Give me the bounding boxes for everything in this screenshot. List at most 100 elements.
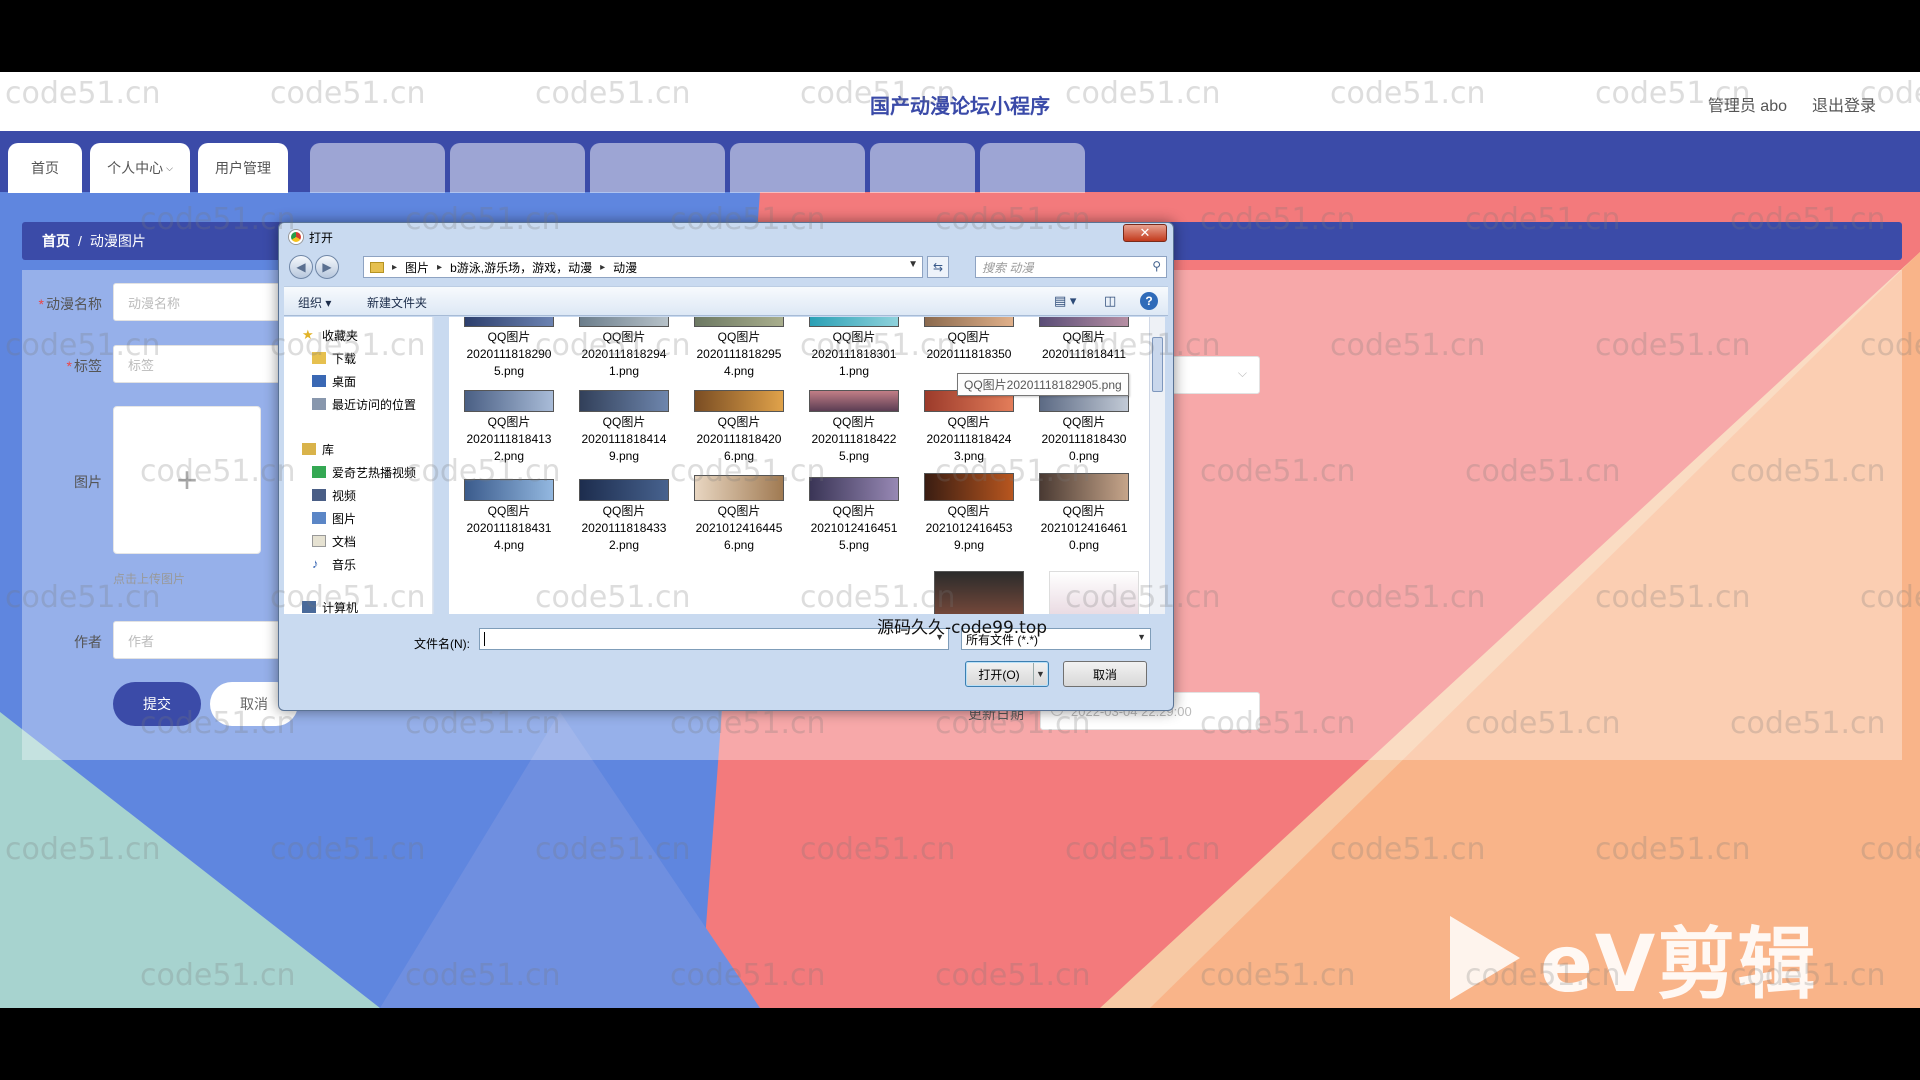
- nav-home[interactable]: 首页: [8, 143, 82, 193]
- file-item[interactable]: QQ图片 2020111818422 5.png: [799, 390, 909, 465]
- logout-link[interactable]: 退出登录: [1812, 92, 1876, 116]
- refresh-button[interactable]: ⇆: [927, 256, 949, 278]
- file-name-line-2: 2020111818290: [466, 347, 552, 361]
- path-separator-icon: ▸: [600, 261, 606, 273]
- file-item[interactable]: QQ图片 2020111818431 4.png: [454, 479, 564, 554]
- library-icon: [302, 443, 316, 455]
- image-thumbnail: [924, 317, 1014, 327]
- search-icon: ⚲: [1152, 259, 1161, 273]
- nav-computer[interactable]: 计算机: [302, 597, 358, 614]
- file-name-line-2: 2020111818430: [1041, 432, 1127, 446]
- ev-brand-logo: eV剪辑: [1450, 902, 1817, 1008]
- dialog-title: 打开: [309, 230, 334, 245]
- arrow-left-icon: ◀: [296, 260, 306, 274]
- path-segment-1[interactable]: 图片: [405, 259, 429, 276]
- nav-scrollbar[interactable]: [432, 317, 433, 614]
- breadcrumb-home[interactable]: 首页: [42, 231, 70, 251]
- nav-downloads-label: 下载: [332, 351, 357, 366]
- path-separator-icon: ▸: [437, 261, 443, 273]
- nav-personal-center[interactable]: 个人中心 ⌵: [90, 143, 190, 193]
- nav-videos[interactable]: 视频: [312, 485, 356, 505]
- address-bar[interactable]: ▸ 图片 ▸ b游泳,游乐场，游戏，动漫 ▸ 动漫 ▼: [363, 256, 923, 278]
- nav-favorites[interactable]: ★ 收藏夹: [302, 325, 358, 345]
- path-segment-2[interactable]: b游泳,游乐场，游戏，动漫: [450, 259, 592, 276]
- nav-item-hidden[interactable]: [730, 143, 865, 193]
- nav-user-management[interactable]: 用户管理: [198, 143, 288, 193]
- back-button[interactable]: ◀: [289, 255, 313, 279]
- nav-documents[interactable]: 文档: [312, 531, 356, 551]
- path-separator-icon: ▸: [392, 261, 398, 273]
- file-item[interactable]: QQ图片 2020111818414 9.png: [569, 390, 679, 465]
- nav-pictures-label: 图片: [332, 511, 357, 526]
- nav-pictures[interactable]: 图片: [312, 508, 356, 528]
- nav-item-hidden[interactable]: [310, 143, 445, 193]
- nav-iqiyi[interactable]: 爱奇艺热播视频: [312, 462, 416, 482]
- file-name-line-1: QQ图片: [832, 415, 876, 429]
- nav-downloads[interactable]: 下载: [312, 348, 356, 368]
- file-list-scrollbar[interactable]: [1149, 317, 1165, 614]
- file-item[interactable]: QQ图片 2021012416451 5.png: [799, 477, 909, 554]
- image-thumbnail: [1039, 473, 1129, 501]
- file-item[interactable]: QQ图片 2020111818290 5.png: [454, 317, 564, 380]
- file-item[interactable]: QQ图片 2020111818294 1.png: [569, 317, 679, 380]
- ev-brand-text: eV剪辑: [1540, 920, 1818, 1008]
- new-folder-button[interactable]: 新建文件夹: [367, 294, 427, 311]
- image-upload-box[interactable]: +: [113, 406, 261, 554]
- image-thumbnail: [1039, 317, 1129, 327]
- tag-input[interactable]: 标签: [113, 345, 293, 383]
- file-item[interactable]: QQ图片 2020111818420 6.png: [684, 390, 794, 465]
- video-library-icon: [312, 489, 326, 501]
- file-item[interactable]: QQ图片 2021012416445 6.png: [684, 475, 794, 554]
- file-item[interactable]: QQ图片 2020111818424 3.png: [914, 390, 1024, 465]
- nav-item-hidden[interactable]: [980, 143, 1085, 193]
- file-name-line-1: QQ图片: [1062, 415, 1106, 429]
- open-dropdown-arrow-icon[interactable]: ▼: [1033, 663, 1047, 685]
- view-options-icon[interactable]: ▤ ▾: [1054, 293, 1076, 309]
- file-item[interactable]: QQ图片 2020111818411: [1029, 317, 1139, 363]
- organize-menu[interactable]: 组织 ▾: [298, 294, 331, 311]
- image-thumbnail[interactable]: [1049, 571, 1139, 614]
- close-button[interactable]: ✕: [1123, 224, 1167, 242]
- search-input[interactable]: 搜索 动漫 ⚲: [975, 256, 1167, 278]
- file-item[interactable]: QQ图片 2020111818301 1.png: [799, 317, 909, 380]
- file-item[interactable]: QQ图片 2020111818430 0.png: [1029, 390, 1139, 465]
- nav-recent-places[interactable]: 最近访问的位置: [312, 394, 416, 414]
- file-name-line-3: 0.png: [1068, 449, 1100, 463]
- nav-item-hidden[interactable]: [590, 143, 725, 193]
- file-name-line-1: QQ图片: [832, 504, 876, 518]
- arrow-right-icon: ▶: [322, 260, 332, 274]
- dialog-cancel-button[interactable]: 取消: [1063, 661, 1147, 687]
- nav-item-hidden[interactable]: [870, 143, 975, 193]
- submit-button[interactable]: 提交: [113, 682, 201, 726]
- file-name-line-2: 2020111818422: [811, 432, 897, 446]
- help-icon[interactable]: ?: [1140, 292, 1158, 310]
- nav-desktop-label: 桌面: [332, 374, 357, 389]
- screen: 国产动漫论坛小程序 管理员 abo 退出登录 首页 个人中心 ⌵ 用户管理 首页…: [0, 72, 1920, 1008]
- dialog-titlebar: 打开: [289, 226, 333, 248]
- forward-button[interactable]: ▶: [315, 255, 339, 279]
- file-item[interactable]: QQ图片 2020111818350: [914, 317, 1024, 363]
- nav-music[interactable]: ♪ 音乐: [312, 554, 356, 574]
- preview-pane-icon[interactable]: ◫: [1104, 293, 1116, 309]
- chrome-icon: [289, 230, 303, 244]
- app-title: 国产动漫论坛小程序: [870, 96, 1050, 118]
- image-thumbnail: [579, 390, 669, 412]
- file-scroll-thumb[interactable]: [1152, 337, 1163, 392]
- image-thumbnail[interactable]: [934, 571, 1024, 614]
- anime-name-input[interactable]: 动漫名称: [113, 283, 293, 321]
- image-thumbnail: [464, 317, 554, 327]
- file-name-line-3: 0.png: [1068, 538, 1100, 552]
- file-item[interactable]: QQ图片 2020111818295 4.png: [684, 317, 794, 380]
- file-name-line-2: 2021012416451: [810, 521, 898, 535]
- path-segment-3[interactable]: 动漫: [613, 259, 637, 276]
- file-item[interactable]: QQ图片 2021012416453 9.png: [914, 473, 1024, 554]
- file-name-line-2: 2021012416453: [925, 521, 1013, 535]
- file-item[interactable]: QQ图片 2020111818413 2.png: [454, 390, 564, 465]
- nav-libraries[interactable]: 库: [302, 439, 334, 459]
- image-thumbnail: [579, 317, 669, 327]
- file-item[interactable]: QQ图片 2020111818433 2.png: [569, 479, 679, 554]
- dropdown-arrow-icon[interactable]: ▼: [908, 259, 918, 270]
- nav-item-hidden[interactable]: [450, 143, 585, 193]
- nav-desktop[interactable]: 桌面: [312, 371, 356, 391]
- file-item[interactable]: QQ图片 2021012416461 0.png: [1029, 473, 1139, 554]
